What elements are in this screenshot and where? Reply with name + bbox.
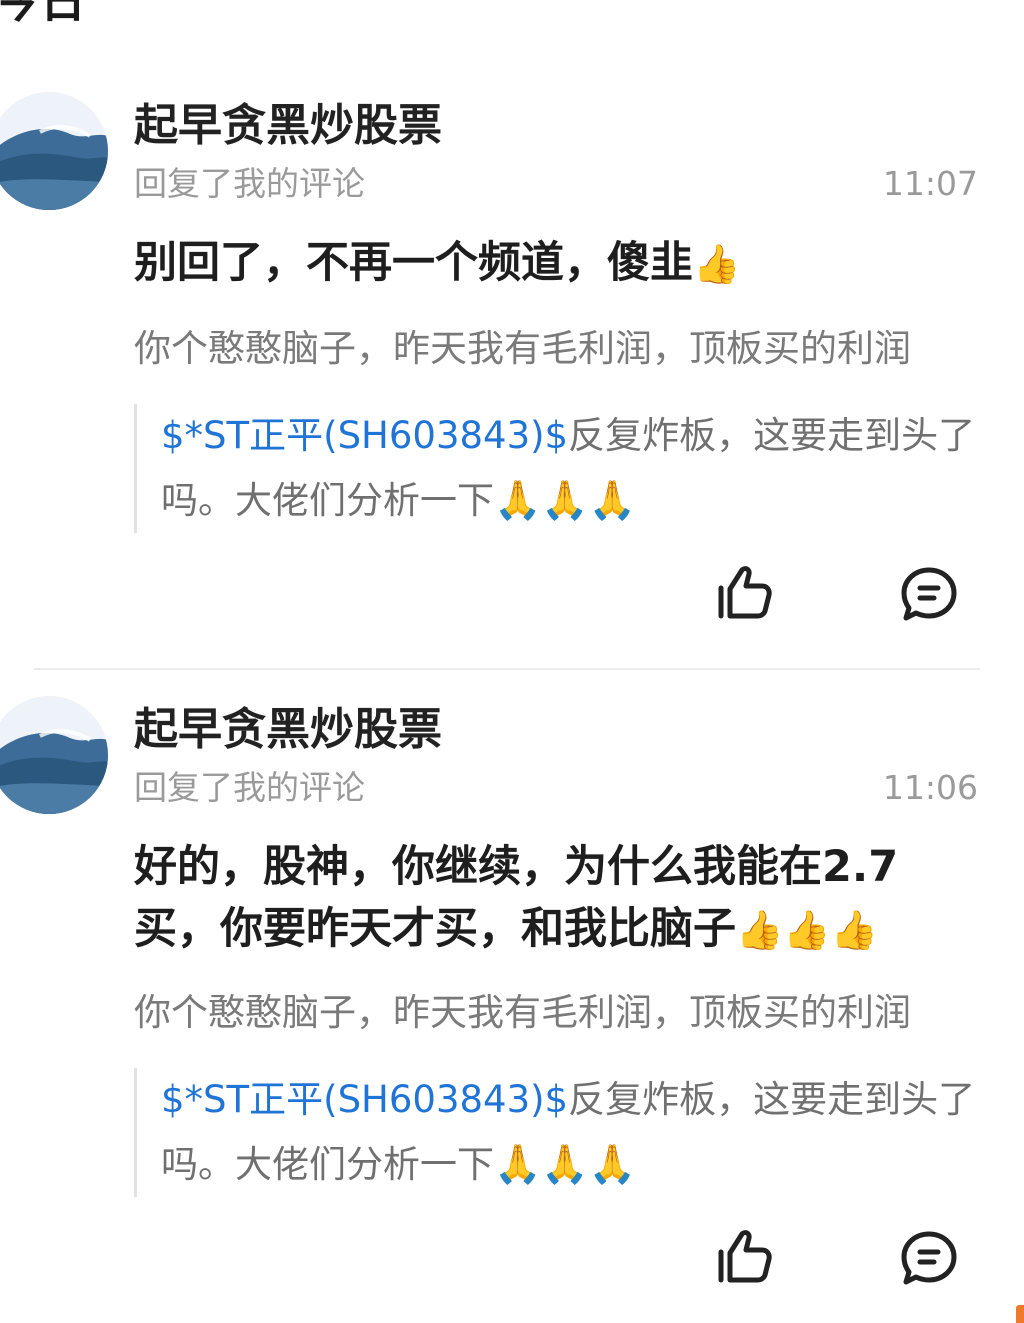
timestamp: 11:07 — [882, 164, 978, 203]
quoted-post[interactable]: $*ST正平(SH603843)$反复炸板，这要走到头了吗。大佬们分析一下🙏🙏🙏 — [134, 404, 1001, 533]
stock-link[interactable]: $*ST正平(SH603843)$ — [161, 1078, 568, 1121]
thumbs-up-icon: 👍 — [693, 242, 741, 286]
thumbs-up-icon: 👍👍👍 — [736, 908, 878, 952]
pray-icon: 🙏🙏🙏 — [494, 478, 636, 522]
section-title-today: 今日 — [0, 0, 86, 28]
thumbs-up-outline-icon — [718, 1230, 772, 1283]
reply-text: 好的，股神，你继续，为什么我能在2.7买，你要昨天才买，和我比脑子👍👍👍 — [134, 836, 984, 961]
action-bar — [0, 1228, 1024, 1288]
scroll-indicator — [1016, 1305, 1024, 1323]
my-comment-excerpt[interactable]: 你个憨憨脑子，昨天我有毛利润，顶板买的利润 — [134, 330, 980, 367]
divider — [34, 668, 980, 670]
user-name[interactable]: 起早贪黑炒股票 — [134, 104, 442, 148]
like-button[interactable] — [712, 1228, 774, 1288]
like-button[interactable] — [712, 564, 774, 624]
reply-text-body: 别回了，不再一个频道，傻韭 — [134, 238, 693, 288]
notification-subtitle: 回复了我的评论 — [134, 768, 365, 807]
comment-bubble-icon — [901, 567, 957, 621]
timestamp: 11:06 — [882, 768, 978, 807]
action-bar — [0, 564, 1024, 624]
my-comment-excerpt[interactable]: 你个憨憨脑子，昨天我有毛利润，顶板买的利润 — [134, 994, 980, 1031]
comment-button[interactable] — [898, 1228, 960, 1288]
pray-icon: 🙏🙏🙏 — [494, 1142, 636, 1186]
comment-bubble-icon — [901, 1231, 957, 1285]
user-name[interactable]: 起早贪黑炒股票 — [134, 708, 442, 752]
reply-text: 别回了，不再一个频道，傻韭👍 — [134, 232, 984, 295]
notification-subtitle: 回复了我的评论 — [134, 164, 365, 203]
thumbs-up-outline-icon — [718, 566, 772, 619]
stock-link[interactable]: $*ST正平(SH603843)$ — [161, 414, 568, 457]
comment-button[interactable] — [898, 564, 960, 624]
quoted-post[interactable]: $*ST正平(SH603843)$反复炸板，这要走到头了吗。大佬们分析一下🙏🙏🙏 — [134, 1068, 1001, 1197]
avatar[interactable] — [0, 92, 108, 210]
avatar[interactable] — [0, 696, 108, 814]
